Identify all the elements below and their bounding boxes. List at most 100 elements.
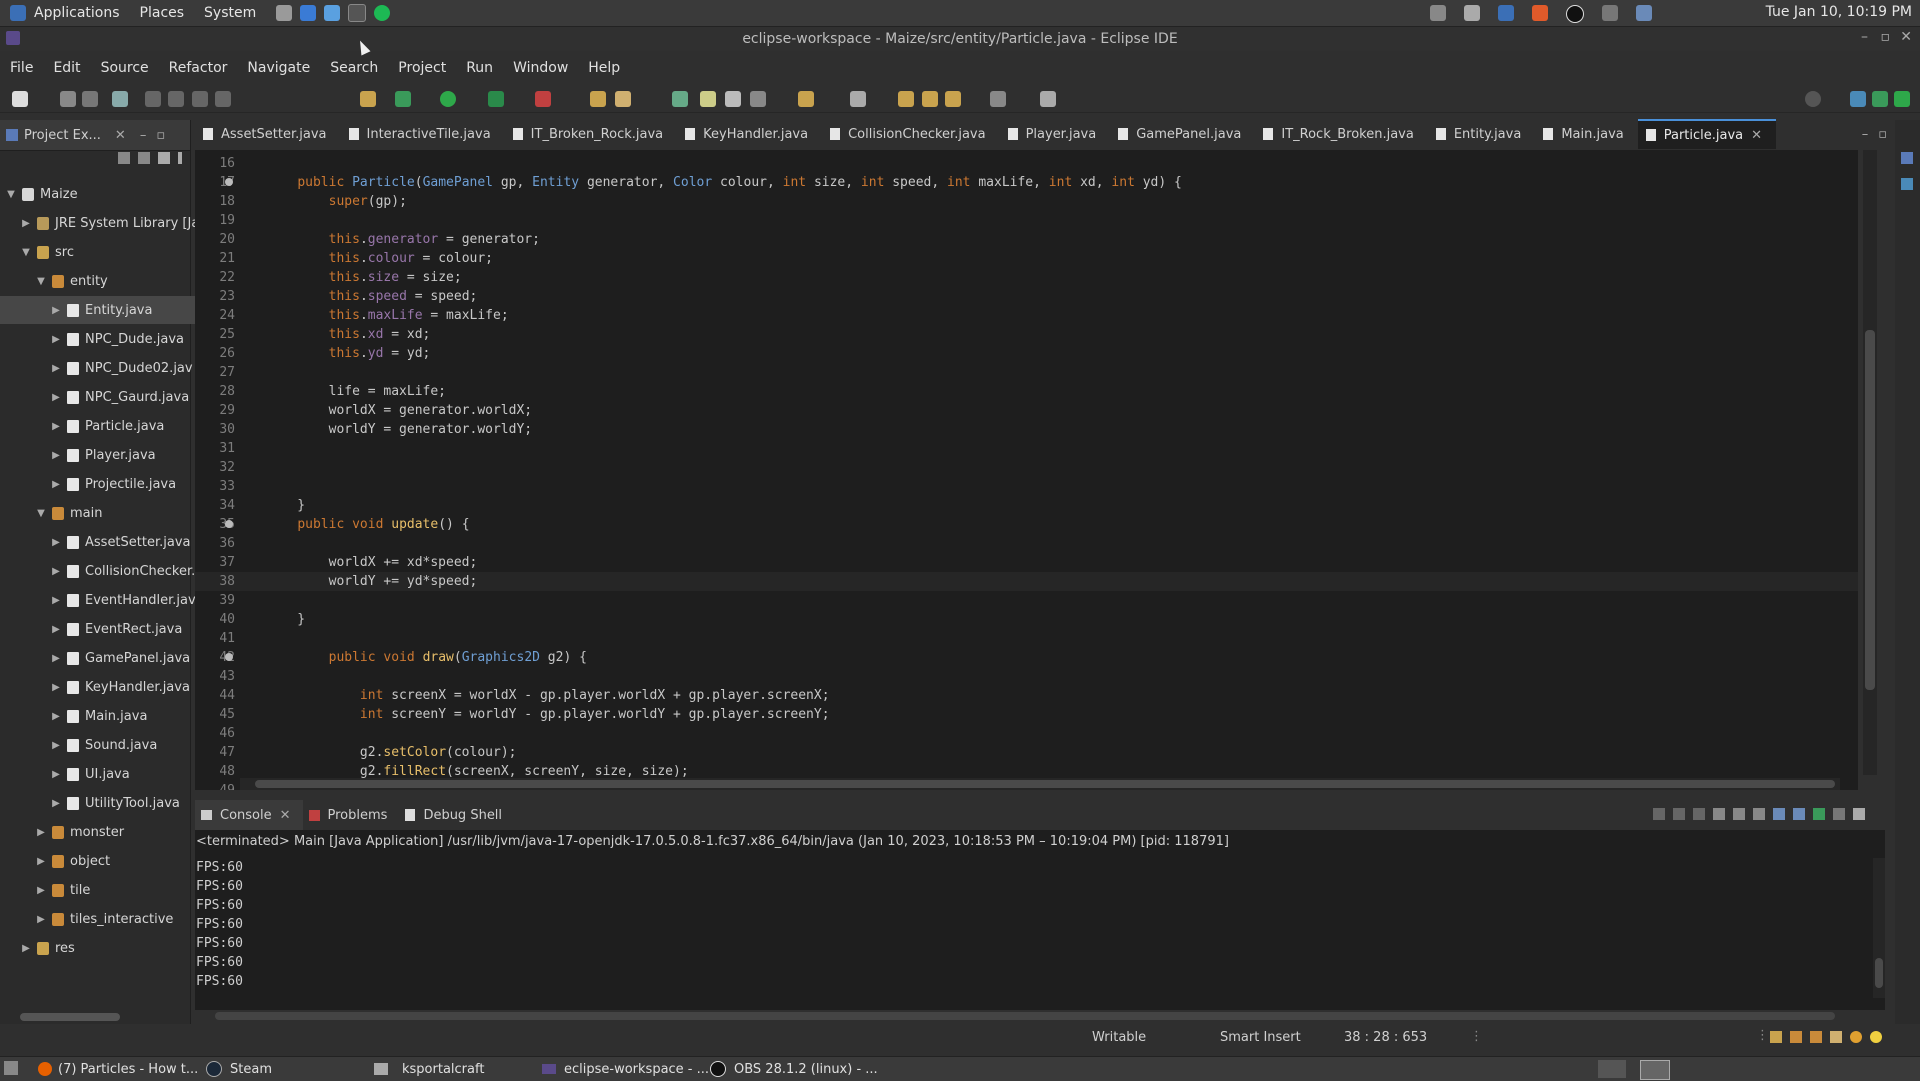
show-desktop-icon[interactable] [4,1061,18,1075]
expand-arrow-icon[interactable]: ▶ [51,682,61,693]
editor-tab[interactable]: KeyHandler.java [677,120,822,148]
debug-icon[interactable] [395,91,411,107]
view-menu-icon[interactable] [178,152,182,164]
microphone-icon[interactable] [1430,5,1446,21]
clear-console-icon[interactable] [1713,808,1725,820]
close-window-icon[interactable]: ✕ [1900,29,1912,45]
code-line[interactable]: 37 worldX += xd*speed; [195,553,1858,572]
expand-arrow-icon[interactable]: ▶ [36,856,46,867]
expand-arrow-icon[interactable]: ▶ [51,653,61,664]
launcher-vscode-icon[interactable] [324,5,341,21]
expand-arrow-icon[interactable]: ▶ [51,392,61,403]
task-obs[interactable]: OBS 28.1.2 (linux) - ... [710,1059,878,1079]
menu-source[interactable]: Source [91,60,159,76]
steam-tray-icon[interactable] [1602,5,1618,21]
maximize-window-icon[interactable]: ▫ [1881,29,1891,45]
display-selected-console-icon[interactable] [1833,808,1845,820]
coverage-icon[interactable] [488,91,504,107]
expand-arrow-icon[interactable]: ▶ [21,218,31,229]
eclipse-window-icon[interactable] [6,31,20,45]
expand-arrow-icon[interactable]: ▶ [51,566,61,577]
system-menu-applications[interactable]: Applications [34,5,120,21]
code-line[interactable]: 19 [195,211,1858,230]
editor-tab[interactable]: InteractiveTile.java [341,120,505,148]
system-menu-system[interactable]: System [204,5,256,21]
console-vscroll-thumb[interactable] [1875,958,1883,988]
expand-arrow-icon[interactable]: ▶ [51,711,61,722]
previous-annotation-icon[interactable] [850,91,866,107]
code-line[interactable]: 44 int screenX = worldX - gp.player.worl… [195,686,1858,705]
save-icon[interactable] [60,91,76,107]
expand-arrow-icon[interactable]: ▶ [51,305,61,316]
collapse-arrow-icon[interactable]: ▼ [6,189,16,200]
expand-arrow-icon[interactable]: ▶ [51,334,61,345]
new-package-icon[interactable] [615,91,631,107]
search-icon[interactable] [1805,91,1821,107]
editor-tab[interactable]: Entity.java [1428,120,1535,148]
menu-navigate[interactable]: Navigate [237,60,320,76]
console-hscrollbar[interactable] [215,1012,1835,1020]
editor-tab[interactable]: Main.java [1535,120,1637,148]
open-type-icon[interactable] [360,91,376,107]
code-line[interactable]: 28 life = maxLife; [195,382,1858,401]
expand-arrow-icon[interactable]: ▶ [21,943,31,954]
close-console-icon[interactable]: ✕ [280,808,291,823]
expand-arrow-icon[interactable]: ▶ [51,624,61,635]
code-line[interactable]: 31 [195,439,1858,458]
console-output[interactable]: <terminated> Main [Java Application] /us… [195,830,1885,1020]
editor-hscroll-thumb[interactable] [255,780,1835,788]
menu-edit[interactable]: Edit [43,60,90,76]
expand-arrow-icon[interactable]: ▶ [51,421,61,432]
terminate-console-icon[interactable] [1653,808,1665,820]
editor-vscroll-thumb[interactable] [1865,330,1875,690]
bluetooth-icon[interactable] [1498,5,1514,21]
trim-menu-icon[interactable]: ⋮ [1756,1028,1769,1043]
code-line[interactable]: 39 [195,591,1858,610]
code-line[interactable]: 41 [195,629,1858,648]
code-line[interactable]: 38 worldY += yd*speed; [195,572,1858,591]
editor-tab[interactable]: GamePanel.java [1110,120,1255,148]
fedora-logo-icon[interactable] [10,5,26,21]
status-insert-mode[interactable]: Smart Insert [1220,1030,1301,1045]
trim-view-icon-1[interactable] [1790,1031,1802,1043]
forward-icon[interactable] [990,91,1006,107]
expand-arrow-icon[interactable]: ▶ [51,537,61,548]
forward-nav-icon[interactable] [945,91,961,107]
menu-file[interactable]: File [0,60,43,76]
code-line[interactable]: 27 [195,363,1858,382]
editor-tab[interactable]: Particle.java ✕ [1637,119,1777,149]
tree-item[interactable]: ▼ main [0,499,226,527]
project-explorer-tab[interactable]: Project Ex... ✕ – ▫ [0,120,190,151]
status-cursor-position[interactable]: 38 : 28 : 653 [1344,1030,1427,1045]
tree-item[interactable]: ▶ tile [0,876,226,904]
save-all-icon[interactable] [82,91,98,107]
code-line[interactable]: 29 worldX = generator.worldX; [195,401,1858,420]
tip-lightbulb-icon[interactable] [1870,1031,1882,1043]
tree-item[interactable]: ▼ src [0,238,211,266]
volume-icon[interactable] [1464,5,1480,21]
tab-debug-shell[interactable]: Debug Shell [399,800,514,830]
launcher-text-editor-icon[interactable] [276,5,293,21]
code-line[interactable]: 22 this.size = size; [195,268,1858,287]
tree-item[interactable]: ▶ tiles_interactive [0,905,226,933]
task-steam[interactable]: Steam [206,1059,272,1079]
expand-arrow-icon[interactable]: ▶ [51,595,61,606]
workspace-1-icon[interactable] [1598,1060,1626,1078]
show-console-on-error-icon[interactable] [1793,808,1805,820]
explorer-hscrollbar[interactable] [20,1013,120,1021]
obs-tray-icon[interactable] [1566,5,1584,23]
launcher-terminal-icon[interactable] [348,4,367,22]
code-line[interactable]: 34 } [195,496,1858,515]
open-console-icon[interactable] [1853,808,1865,820]
task-ksportalcraft[interactable]: ksportalcraft [374,1059,484,1079]
launcher-spotify-icon[interactable] [374,5,391,21]
minimize-editor-icon[interactable]: – [1862,127,1869,142]
link-with-editor-icon[interactable] [138,152,150,164]
menu-run[interactable]: Run [456,60,503,76]
menu-help[interactable]: Help [578,60,630,76]
code-line[interactable]: 42 public void draw(Graphics2D g2) { [195,648,1858,667]
expand-arrow-icon[interactable]: ▶ [51,769,61,780]
tab-problems[interactable]: Problems [303,800,400,830]
trim-view-icon-3[interactable] [1830,1031,1842,1043]
outline-view-icon[interactable] [1901,152,1913,164]
